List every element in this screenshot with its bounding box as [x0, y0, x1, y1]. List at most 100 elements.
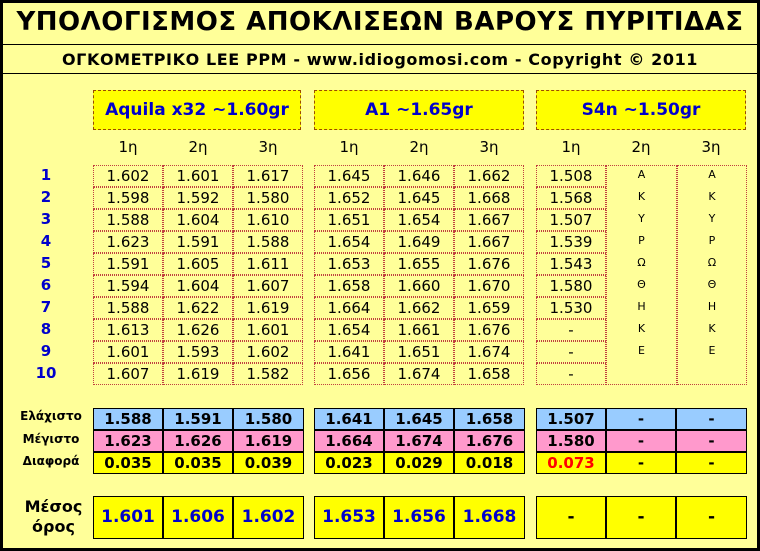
col-header: 1η [339, 138, 359, 156]
row-label: 4 [40, 232, 52, 250]
measurement-cell: 1.655 [384, 253, 454, 275]
measurement-cell: - [536, 363, 606, 385]
measurement-cell: 1.588 [93, 209, 163, 231]
measurement-cell: 1.601 [163, 165, 233, 187]
measurement-cell: 1.676 [454, 253, 524, 275]
measurement-cell: 1.654 [314, 231, 384, 253]
mean-cell: 1.602 [233, 496, 304, 539]
row-label: 3 [40, 210, 52, 228]
measurement-cell: 1.568 [536, 187, 606, 209]
measurement-cell: 1.656 [314, 363, 384, 385]
letter-cell: Κ [637, 322, 646, 335]
measurement-cell: - [536, 341, 606, 363]
measurement-cell: 1.592 [163, 187, 233, 209]
measurement-cell: 1.602 [93, 165, 163, 187]
measurement-cell: 1.591 [163, 231, 233, 253]
measurement-cell: 1.619 [163, 363, 233, 385]
letter-cell: Ρ [638, 234, 645, 247]
group-title-s4n: S4n ~1.50gr [536, 90, 746, 130]
measurement-cell: 1.607 [93, 363, 163, 385]
stat-max-cell: 1.619 [233, 430, 304, 452]
measurement-cell: 1.543 [536, 253, 606, 275]
letter-cell: Κ [708, 322, 716, 335]
sheet-frame: ΥΠΟΛΟΓΙΣΜΟΣ ΑΠΟΚΛΙΣΕΩΝ ΒΑΡΟΥΣ ΠΥΡΙΤΙΔΑΣ … [0, 0, 760, 551]
divider [3, 73, 757, 74]
row-label: 6 [40, 276, 52, 294]
row-label: 5 [40, 254, 52, 272]
measurement-cell: 1.645 [384, 187, 454, 209]
measurement-cell: 1.646 [384, 165, 454, 187]
stat-diff-cell: 0.035 [93, 452, 163, 474]
measurement-cell: 1.654 [384, 209, 454, 231]
measurement-cell: 1.607 [233, 275, 303, 297]
letter-cell: Υ [708, 212, 716, 225]
measurement-cell: 1.580 [536, 275, 606, 297]
measurement-cell: 1.667 [454, 209, 524, 231]
letter-cell: Ω [707, 256, 717, 269]
measurement-cell: 1.662 [384, 297, 454, 319]
measurement-cell: 1.674 [384, 363, 454, 385]
stat-max-cell: 1.580 [536, 430, 606, 452]
measurement-cell: 1.649 [384, 231, 454, 253]
measurement-cell: 1.610 [233, 209, 303, 231]
stat-label-max: Μέγιστο [22, 432, 80, 446]
stat-diff-cell: - [676, 452, 747, 474]
stat-max-cell: 1.664 [314, 430, 384, 452]
measurement-cell: 1.670 [454, 275, 524, 297]
col-header: 2η [188, 138, 208, 156]
measurement-cell: 1.664 [314, 297, 384, 319]
stat-diff-cell: 0.073 [536, 452, 606, 474]
letter-cell: Η [637, 300, 646, 313]
measurement-cell: 1.658 [454, 363, 524, 385]
stat-min-cell: - [606, 408, 676, 430]
measurement-cell: 1.508 [536, 165, 606, 187]
letter-cell: Η [707, 300, 717, 313]
group-title-a1: A1 ~1.65gr [314, 90, 524, 130]
letter-cell: Ρ [708, 234, 716, 247]
measurement-cell: 1.604 [163, 209, 233, 231]
letter-cell: Κ [637, 190, 646, 203]
measurement-cell: 1.539 [536, 231, 606, 253]
col-header: 1η [561, 138, 581, 156]
measurement-cell: 1.601 [233, 319, 303, 341]
row-label: 2 [40, 188, 52, 206]
stat-min-cell: 1.507 [536, 408, 606, 430]
row-label: 10 [35, 364, 57, 382]
mean-cell: 1.601 [93, 496, 163, 539]
measurement-cell: 1.611 [233, 253, 303, 275]
stat-max-cell: - [676, 430, 747, 452]
measurement-cell: 1.674 [454, 341, 524, 363]
stat-diff-cell: 0.035 [163, 452, 233, 474]
col-header: 3η [701, 138, 721, 156]
measurement-cell: 1.658 [314, 275, 384, 297]
measurement-cell: 1.588 [233, 231, 303, 253]
measurement-cell: 1.507 [536, 209, 606, 231]
measurement-cell: 1.626 [163, 319, 233, 341]
measurement-cell: 1.605 [163, 253, 233, 275]
measurement-cell: 1.582 [233, 363, 303, 385]
letter-cell: Ε [638, 344, 645, 357]
measurement-cell: 1.593 [163, 341, 233, 363]
letter-cell: Θ [707, 278, 717, 291]
letter-cell: Α [708, 168, 716, 181]
stat-min-cell: 1.658 [454, 408, 525, 430]
measurement-cell: 1.662 [454, 165, 524, 187]
measurement-cell: 1.588 [93, 297, 163, 319]
measurement-cell: 1.654 [314, 319, 384, 341]
measurement-cell: 1.676 [454, 319, 524, 341]
mean-cell: 1.668 [454, 496, 525, 539]
measurement-cell: 1.651 [314, 209, 384, 231]
measurement-cell: 1.594 [93, 275, 163, 297]
stat-diff-cell: - [606, 452, 676, 474]
group-title-aquila: Aquila x32 ~1.60gr [93, 90, 301, 130]
measurement-cell: 1.661 [384, 319, 454, 341]
stat-label-diff: Διαφορά [22, 454, 80, 468]
page-title: ΥΠΟΛΟΓΙΣΜΟΣ ΑΠΟΚΛΙΣΕΩΝ ΒΑΡΟΥΣ ΠΥΡΙΤΙΔΑΣ [16, 7, 744, 37]
letter-cell: Ω [637, 256, 646, 269]
stat-max-cell: 1.626 [163, 430, 233, 452]
mean-label: Μέσος όρος [21, 497, 86, 537]
measurement-cell: 1.667 [454, 231, 524, 253]
measurement-cell: 1.602 [233, 341, 303, 363]
row-label: 7 [40, 298, 52, 316]
stat-max-cell: 1.676 [454, 430, 525, 452]
